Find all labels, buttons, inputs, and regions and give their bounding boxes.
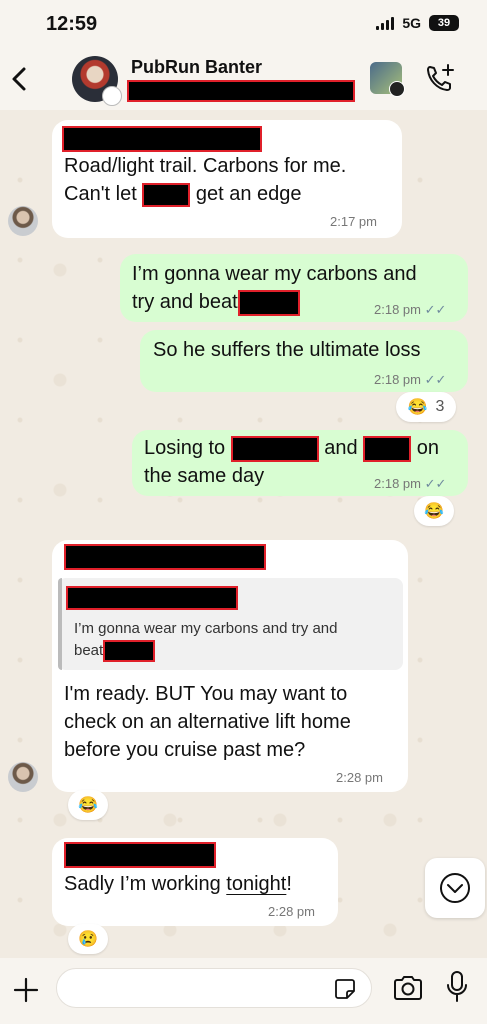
message-line: check on an alternative lift home — [64, 711, 351, 733]
signal-icon — [376, 16, 395, 30]
chat-header: PubRun Banter — [0, 48, 487, 110]
message-input[interactable] — [56, 968, 372, 1008]
status-time: 12:59 — [46, 13, 98, 35]
chevron-down-icon — [440, 873, 470, 903]
quote-fragment: beat — [74, 642, 104, 659]
message-fragment: ! — [286, 873, 292, 895]
battery-icon: 39 — [429, 15, 459, 31]
community-badge-icon — [102, 86, 122, 106]
message-text: Sadly I’m working tonight! — [64, 870, 334, 898]
message-line: Road/light trail. Carbons for me. — [64, 155, 347, 177]
read-ticks-icon: ✓✓ — [424, 476, 447, 491]
crying-emoji-icon: 😢 — [78, 931, 98, 948]
reaction-badge[interactable]: 😂 — [414, 496, 454, 526]
message-text: So he suffers the ultimate loss — [153, 339, 421, 361]
add-call-icon[interactable] — [424, 62, 456, 94]
quote-line: I’m gonna wear my carbons and try and — [74, 620, 338, 637]
chevron-left-icon[interactable] — [6, 62, 34, 96]
message-text: Road/light trail. Carbons for me. Can't … — [64, 152, 394, 208]
redacted-quote-author — [66, 586, 238, 610]
message-fragment: and — [324, 437, 358, 459]
redacted-subtitle — [127, 80, 355, 102]
network-label: 5G — [402, 15, 421, 31]
status-indicators: 5G 39 — [376, 15, 459, 31]
message-line: Can't let get an edge — [64, 180, 394, 208]
read-ticks-icon: ✓✓ — [424, 372, 447, 387]
quoted-text: I’m gonna wear my carbons and try and be… — [74, 618, 394, 663]
laughing-emoji-icon: 😂 — [407, 399, 428, 416]
message-time: 2:18 pm ✓✓ — [374, 372, 446, 388]
message-time: 2:17 pm — [330, 214, 377, 229]
redacted-sender-name — [62, 126, 262, 152]
group-avatar[interactable] — [72, 56, 122, 106]
message-fragment: Sadly I’m working — [64, 873, 221, 895]
message-text: I'm ready. BUT You may want to check on … — [64, 680, 404, 764]
scroll-to-bottom-button[interactable] — [425, 858, 485, 918]
sender-avatar[interactable] — [8, 762, 38, 792]
message-time: 2:28 pm — [336, 770, 383, 785]
reaction-badge[interactable]: 😂 — [68, 790, 108, 820]
time-label: 2:18 pm — [374, 302, 421, 317]
quote-line: beat — [74, 640, 394, 663]
redacted-sender-name — [64, 544, 266, 570]
message-fragment: Can't let — [64, 183, 137, 205]
microphone-icon[interactable] — [446, 970, 468, 1004]
message-fragment: Losing to — [144, 437, 226, 459]
sender-avatar[interactable] — [8, 206, 38, 236]
redacted-name — [237, 289, 300, 316]
message-fragment: on — [416, 437, 440, 459]
read-ticks-icon: ✓✓ — [424, 302, 447, 317]
redacted-name — [142, 182, 191, 207]
message-time: 2:18 pm ✓✓ — [374, 476, 446, 492]
quoted-reply[interactable]: I’m gonna wear my carbons and try and be… — [58, 578, 403, 670]
chat-title[interactable]: PubRun Banter — [131, 57, 262, 78]
redacted-name — [363, 435, 412, 462]
laughing-emoji-icon: 😂 — [424, 503, 444, 520]
camera-icon[interactable] — [392, 974, 424, 1002]
redacted-name — [103, 640, 156, 663]
status-badge-icon — [389, 81, 405, 97]
redacted-sender-name — [64, 842, 216, 868]
redacted-name — [230, 435, 319, 462]
message-line: I’m gonna wear my carbons and — [132, 263, 417, 285]
status-bar: 12:59 5G 39 — [0, 0, 487, 48]
time-label: 2:18 pm — [374, 372, 421, 387]
sticker-icon[interactable] — [334, 978, 356, 1000]
message-line: before you cruise past me? — [64, 739, 306, 761]
message-fragment: get an edge — [195, 183, 302, 205]
reaction-badge[interactable]: 😂 3 — [396, 392, 456, 422]
message-time: 2:28 pm — [268, 904, 315, 919]
message-line: Losing to and on — [144, 434, 464, 462]
reaction-count: 3 — [435, 398, 445, 415]
quote-accent-bar — [58, 578, 62, 670]
linked-word[interactable]: tonight — [226, 873, 286, 895]
reaction-badge[interactable]: 😢 — [68, 924, 108, 954]
status-thumbnail[interactable] — [370, 62, 405, 97]
plus-icon[interactable] — [12, 976, 40, 1004]
message-composer — [0, 958, 487, 1024]
message-time: 2:18 pm ✓✓ — [374, 302, 446, 318]
message-line: I'm ready. BUT You may want to — [64, 683, 348, 705]
message-fragment: try and beat — [132, 291, 238, 313]
time-label: 2:18 pm — [374, 476, 421, 491]
laughing-emoji-icon: 😂 — [78, 797, 98, 814]
